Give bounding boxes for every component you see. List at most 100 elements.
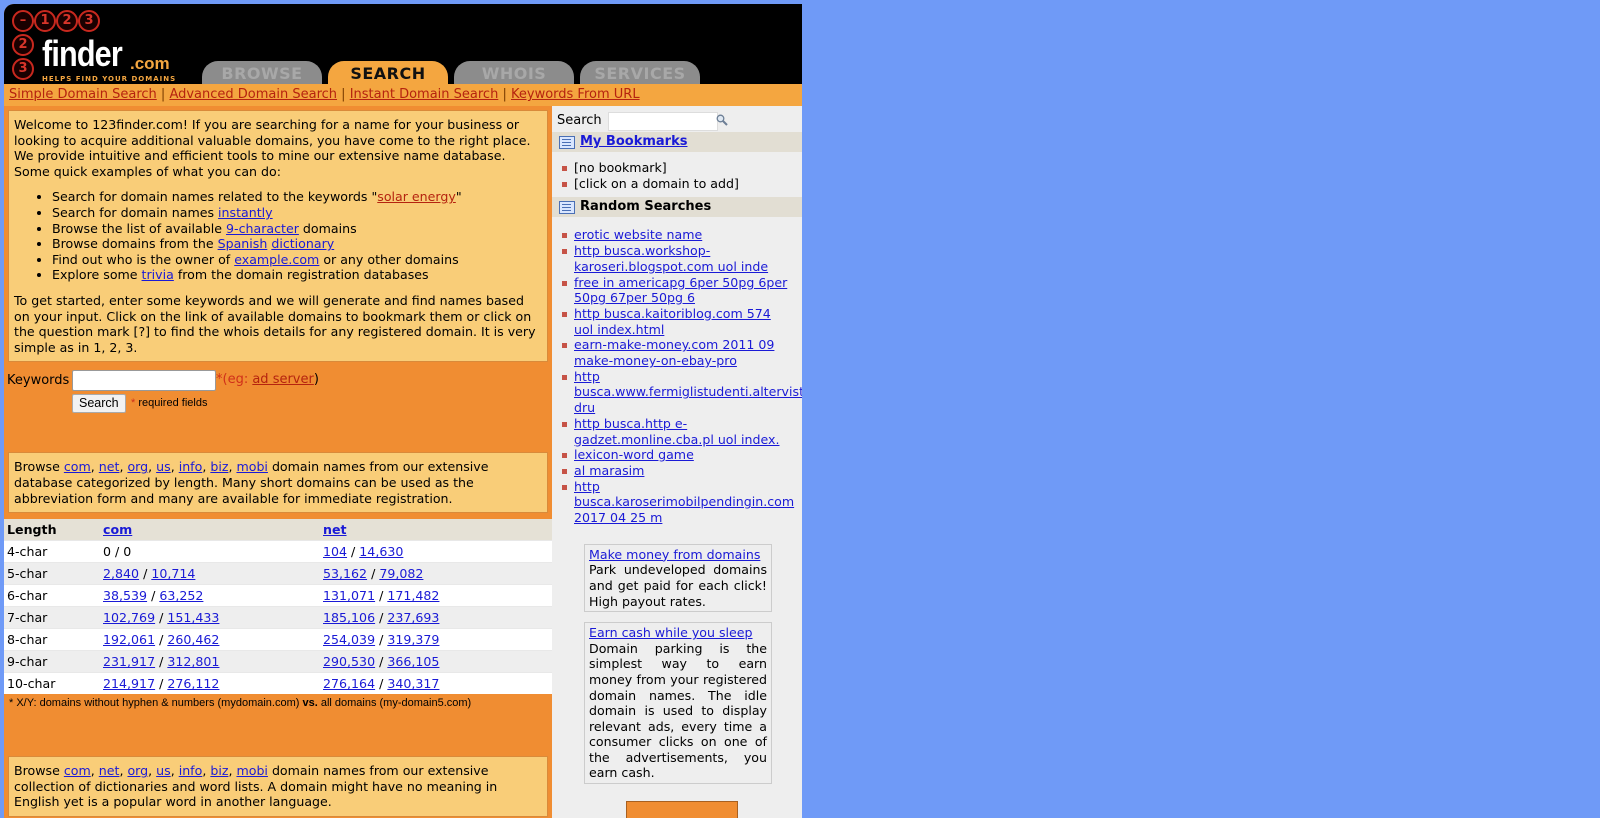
nine-character-link[interactable]: 9-character <box>226 221 299 236</box>
net-count-link[interactable]: 104 <box>323 544 347 559</box>
sidebar-search-input[interactable] <box>608 112 718 131</box>
length-cell: 10-char <box>4 672 100 695</box>
dict-link-biz[interactable]: biz <box>210 763 228 778</box>
example-com-link[interactable]: example.com <box>234 252 319 267</box>
keywords-input[interactable] <box>72 370 216 392</box>
table-row: 10-char 214,917 / 276,112 276,164 / 340,31… <box>4 672 552 695</box>
com-header-link[interactable]: com <box>103 522 132 537</box>
magnifier-icon[interactable] <box>716 114 728 126</box>
solar-energy-link[interactable]: solar energy <box>377 189 456 204</box>
com-count-link[interactable]: 63,252 <box>159 588 203 603</box>
random-search-link[interactable]: al marasim <box>574 463 644 478</box>
tld-link-biz[interactable]: biz <box>210 459 228 474</box>
random-search-link[interactable]: free in americapg 6per 50pg 6per 50pg 67… <box>574 275 787 306</box>
com-count-link[interactable]: 214,917 <box>103 676 155 691</box>
make-money-link[interactable]: Make money from domains <box>589 547 760 562</box>
random-search-link[interactable]: http busca.http e-gadzet.monline.cba.pl … <box>574 416 779 447</box>
net-count-link[interactable]: 79,082 <box>379 566 423 581</box>
net-count-link[interactable]: 276,164 <box>323 676 375 691</box>
instantly-link[interactable]: instantly <box>218 205 273 220</box>
random-search-link[interactable]: erotic website name <box>574 227 702 242</box>
logo-tld: .com <box>130 54 170 73</box>
tld-link-org[interactable]: org <box>127 459 148 474</box>
net-count-link[interactable]: 185,106 <box>323 610 375 625</box>
com-count-link[interactable]: 312,801 <box>167 654 219 669</box>
list-item: http busca.http e-gadzet.monline.cba.pl … <box>562 416 792 447</box>
length-cell: 7-char <box>4 606 100 629</box>
random-search-link[interactable]: earn-make-money.com 2011 09 make-money-o… <box>574 337 774 368</box>
column-header-com[interactable]: com <box>100 519 320 541</box>
net-count-link[interactable]: 340,317 <box>387 676 439 691</box>
net-count-link[interactable]: 254,039 <box>323 632 375 647</box>
com-count-link[interactable]: 102,769 <box>103 610 155 625</box>
com-count-link[interactable]: 276,112 <box>167 676 219 691</box>
tld-link-info[interactable]: info <box>179 459 203 474</box>
net-count-link[interactable]: 171,482 <box>387 588 439 603</box>
required-fields-note: * required fields <box>131 397 207 409</box>
net-count-link[interactable]: 319,379 <box>387 632 439 647</box>
net-count-link[interactable]: 14,630 <box>359 544 403 559</box>
random-searches-header: Random Searches <box>552 197 802 218</box>
search-button[interactable]: Search <box>72 394 126 414</box>
com-count-link[interactable]: 10,714 <box>151 566 195 581</box>
advanced-domain-search-link[interactable]: Advanced Domain Search <box>169 87 337 102</box>
dict-link-org[interactable]: org <box>127 763 148 778</box>
spanish-link[interactable]: Spanish <box>218 236 268 251</box>
net-count-link[interactable]: 366,105 <box>387 654 439 669</box>
list-item: http busca.kaitoriblog.com 574 uol index… <box>562 306 792 337</box>
com-count-link[interactable]: 2,840 <box>103 566 139 581</box>
list-item: Browse domains from the Spanish dictiona… <box>52 236 542 252</box>
random-search-link[interactable]: http busca.workshop-karoseri.blogspot.co… <box>574 243 768 274</box>
com-count-link[interactable]: 38,539 <box>103 588 147 603</box>
dict-link-info[interactable]: info <box>179 763 203 778</box>
random-search-link[interactable]: lexicon-word game <box>574 447 694 462</box>
com-count: 0 <box>123 544 132 560</box>
net-count-link[interactable]: 237,693 <box>387 610 439 625</box>
column-header-net[interactable]: net <box>320 519 552 541</box>
header: – 1 2 3 2 3 finder .com HELPS FIND YOUR … <box>4 4 802 84</box>
net-count-cell: 131,071 / 171,482 <box>320 584 552 607</box>
dictionary-link[interactable]: dictionary <box>271 236 334 251</box>
simple-domain-search-link[interactable]: Simple Domain Search <box>9 87 157 102</box>
ad-server-example-link[interactable]: ad server <box>252 372 314 387</box>
trivia-link[interactable]: trivia <box>142 267 174 282</box>
orange-banner-button[interactable] <box>626 801 738 818</box>
earn-cash-link[interactable]: Earn cash while you sleep <box>589 625 753 640</box>
com-count-cell: 231,917 / 312,801 <box>100 650 320 673</box>
com-count-link[interactable]: 260,462 <box>167 632 219 647</box>
length-cell: 4-char <box>4 540 100 563</box>
dict-link-net[interactable]: net <box>99 763 120 778</box>
dict-link-us[interactable]: us <box>156 763 171 778</box>
tld-link-net[interactable]: net <box>99 459 120 474</box>
tab-search[interactable]: SEARCH <box>328 61 448 84</box>
com-count-link[interactable]: 192,061 <box>103 632 155 647</box>
logo-digit: 3 <box>78 10 100 32</box>
random-search-link[interactable]: http busca.kaitoriblog.com 574 uol index… <box>574 306 771 337</box>
com-count-cell: 102,769 / 151,433 <box>100 606 320 629</box>
length-cell: 6-char <box>4 584 100 607</box>
my-bookmarks-link[interactable]: My Bookmarks <box>580 134 687 149</box>
net-count-link[interactable]: 53,162 <box>323 566 367 581</box>
list-item: erotic website name <box>562 227 792 243</box>
random-search-link[interactable]: http busca.karoserimobilpendingin.com 20… <box>574 479 794 525</box>
tld-link-us[interactable]: us <box>156 459 171 474</box>
com-count-link[interactable]: 231,917 <box>103 654 155 669</box>
random-search-link[interactable]: http busca.www.fermiglistudenti.altervis… <box>574 369 802 415</box>
dict-link-com[interactable]: com <box>64 763 91 778</box>
tld-link-mobi[interactable]: mobi <box>236 459 267 474</box>
tab-whois[interactable]: WHOIS <box>454 61 574 84</box>
random-searches-title: Random Searches <box>580 199 712 215</box>
list-item: [no bookmark] <box>562 160 802 176</box>
keywords-from-url-link[interactable]: Keywords From URL <box>511 87 640 102</box>
tab-services[interactable]: SERVICES <box>580 61 700 84</box>
com-count-link[interactable]: 151,433 <box>167 610 219 625</box>
tab-browse[interactable]: BROWSE <box>202 61 322 84</box>
ad-body: Domain parking is the simplest way to ea… <box>589 640 767 781</box>
instant-domain-search-link[interactable]: Instant Domain Search <box>350 87 499 102</box>
tld-link-com[interactable]: com <box>64 459 91 474</box>
dict-link-mobi[interactable]: mobi <box>236 763 267 778</box>
net-count-link[interactable]: 290,530 <box>323 654 375 669</box>
net-header-link[interactable]: net <box>323 522 347 537</box>
net-count-link[interactable]: 131,071 <box>323 588 375 603</box>
logo[interactable]: – 1 2 3 2 3 finder .com HELPS FIND YOUR … <box>12 10 202 83</box>
